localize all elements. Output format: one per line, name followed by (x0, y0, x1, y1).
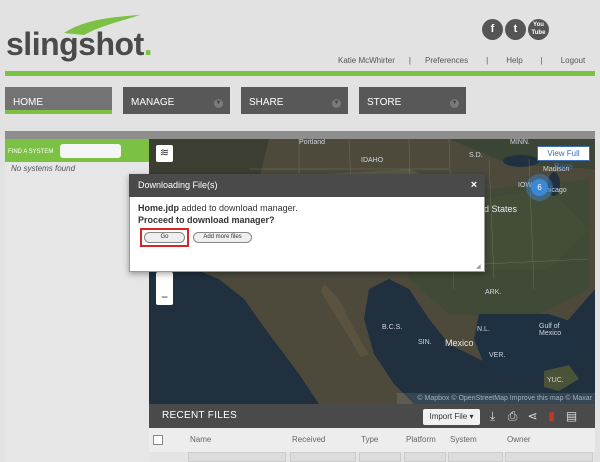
dialog-filename: Home.jdp (138, 203, 180, 213)
table-filter-cell[interactable] (359, 452, 401, 462)
tab-label: HOME (13, 97, 43, 108)
map-label-ver: VER. (489, 352, 506, 359)
column-header-name[interactable]: Name (190, 435, 211, 444)
map-label-portland: Portland (299, 139, 326, 146)
view-full-page-button[interactable]: View Full Page (537, 146, 590, 171)
table-filter-cell[interactable] (188, 452, 286, 462)
no-systems-message: No systems found (11, 164, 76, 173)
import-file-button[interactable]: Import File ▾ (423, 409, 480, 425)
nav-separator: | (540, 56, 543, 65)
archive-icon[interactable]: ▤ (564, 409, 579, 424)
column-header-system[interactable]: System (450, 435, 477, 444)
table-filter-cell[interactable] (505, 452, 593, 462)
preferences-link[interactable]: Preferences (425, 56, 468, 68)
map-label-gulf: Gulf of Mexico (539, 323, 562, 337)
map-label-iowa: IOW (518, 182, 532, 189)
delete-icon[interactable]: ▮ (544, 409, 559, 424)
table-filter-cell[interactable] (290, 452, 356, 462)
resize-handle-icon[interactable]: ◢ (476, 263, 483, 270)
tab-share[interactable]: SHARE ▼ (241, 87, 348, 114)
map-label-idaho: IDAHO (361, 157, 384, 164)
map-label-nl: N.L. (477, 326, 490, 333)
tab-store[interactable]: STORE ▼ (359, 87, 466, 114)
tab-home[interactable]: HOME (5, 87, 112, 114)
map-label-yuc: YUC. (547, 377, 564, 384)
tab-label: SHARE (249, 97, 284, 108)
column-header-platform[interactable]: Platform (406, 435, 436, 444)
download-icon[interactable]: ⤓ (485, 409, 500, 424)
help-link[interactable]: Help (506, 56, 522, 68)
dialog-message: Home.jdp added to download manager. (138, 203, 298, 213)
import-file-label: Import File (429, 412, 468, 421)
select-all-checkbox[interactable] (153, 435, 163, 445)
map-label-minn: MINN. (510, 139, 530, 146)
table-filter-cell[interactable] (404, 452, 446, 462)
add-more-files-button[interactable]: Add more files (193, 232, 252, 243)
tab-manage[interactable]: MANAGE ▼ (123, 87, 230, 114)
facebook-icon[interactable]: f (482, 19, 503, 40)
logo[interactable]: slingshot. (6, 26, 153, 63)
dialog-question: Proceed to download manager? (138, 215, 275, 225)
nav-separator: | (486, 56, 489, 65)
find-system-label: FIND A SYSTEM (8, 149, 54, 155)
tab-label: STORE (367, 97, 402, 108)
column-header-owner[interactable]: Owner (507, 435, 531, 444)
header-divider (5, 71, 595, 76)
content-header-bar (5, 131, 595, 139)
dialog-title: Downloading File(s) (138, 180, 218, 190)
map-label-mexico: Mexico (445, 338, 474, 348)
chevron-down-icon: ▼ (450, 99, 459, 108)
youtube-icon[interactable]: You Tube (528, 19, 549, 40)
find-system-input[interactable] (60, 144, 121, 158)
map-label-sd: S.D. (469, 152, 483, 159)
tab-label: MANAGE (131, 97, 175, 108)
share-icon[interactable]: ⋖ (525, 409, 540, 424)
twitter-icon[interactable]: t (505, 19, 526, 40)
column-header-type[interactable]: Type (361, 435, 378, 444)
column-header-received[interactable]: Received (292, 435, 325, 444)
sidebar (5, 139, 149, 462)
nav-separator: | (408, 56, 411, 65)
dialog-message-text: added to download manager. (179, 203, 298, 213)
logout-link[interactable]: Logout (561, 56, 585, 68)
map-label-bcs: B.C.S. (382, 324, 403, 331)
zoom-out-button[interactable]: − (156, 290, 173, 305)
chevron-down-icon: ▼ (332, 99, 341, 108)
map-label-ark: ARK. (485, 289, 502, 296)
go-button[interactable]: Go (144, 232, 185, 243)
table-filter-cell[interactable] (448, 452, 503, 462)
map-label-sin: SIN. (418, 339, 432, 346)
layers-icon[interactable]: ≋ (156, 145, 173, 162)
system-cluster-marker[interactable]: 6 (531, 179, 548, 196)
chevron-down-icon: ▼ (214, 99, 223, 108)
top-nav: Katie McWhirter | Preferences | Help | L… (330, 56, 585, 68)
map-attribution[interactable]: © Mapbox © OpenStreetMap Improve this ma… (397, 393, 595, 404)
print-icon[interactable]: ⎙ (505, 409, 520, 424)
recent-files-title: RECENT FILES (162, 410, 238, 421)
close-icon[interactable]: × (468, 179, 480, 191)
user-name-link[interactable]: Katie McWhirter (338, 56, 395, 68)
